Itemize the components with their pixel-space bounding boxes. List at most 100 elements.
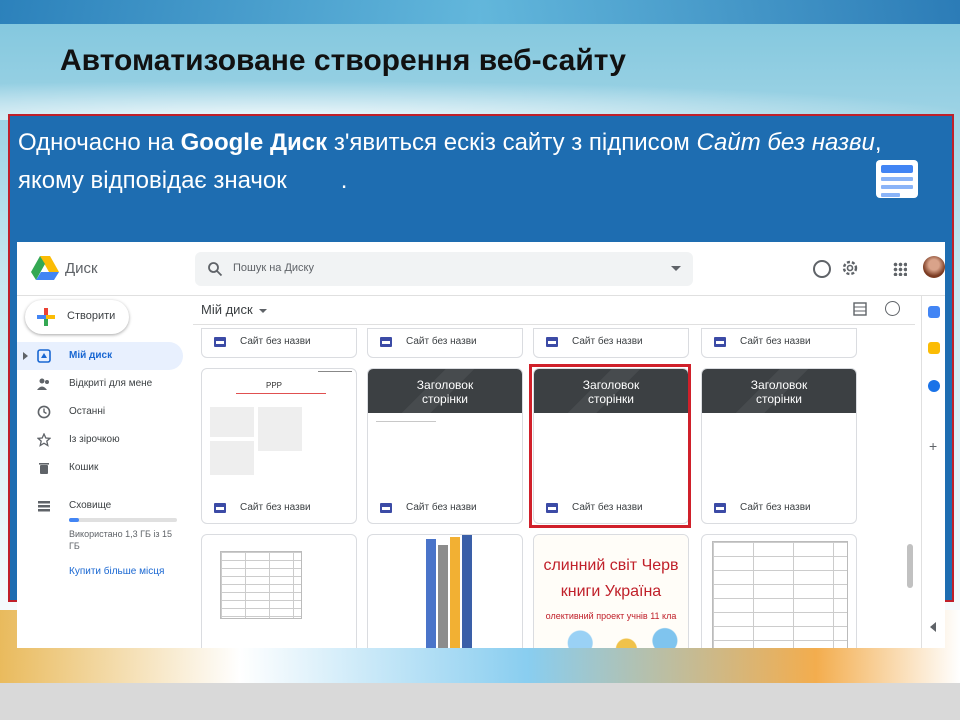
file-card[interactable]: Сайт без назви	[701, 328, 857, 358]
text-part: .	[340, 167, 348, 194]
storage-usage-fill	[69, 518, 79, 522]
thumb-title: книги Україна	[560, 583, 662, 600]
nav-label: Із зірочкою	[69, 434, 120, 445]
buy-storage-link[interactable]: Купити більше місця	[69, 566, 164, 577]
nav-trash[interactable]: Кошик	[17, 454, 183, 482]
chart-thumbnail	[426, 539, 436, 648]
nav-label: Відкриті для мене	[69, 378, 153, 389]
search-input[interactable]: Пошук на Диску	[195, 252, 693, 286]
nav-label: Кошик	[69, 462, 99, 473]
nav-label: Сховище	[69, 500, 112, 511]
file-card-footer: Сайт без назви	[534, 329, 688, 357]
list-view-icon[interactable]	[853, 302, 867, 316]
nav-my-drive[interactable]: Мій диск	[17, 342, 183, 370]
drive-sidebar: Створити Мій диск Відкриті для мене Оста…	[17, 296, 193, 648]
file-name: Сайт без назви	[240, 502, 311, 513]
help-icon[interactable]	[813, 260, 831, 278]
chevron-down-icon	[258, 308, 267, 313]
document-thumbnail	[712, 541, 848, 648]
add-addon-icon[interactable]: +	[929, 438, 937, 454]
file-card[interactable]	[701, 534, 857, 648]
user-avatar[interactable]	[923, 256, 945, 278]
file-card[interactable]: Заголовок сторінки Сайт без назви	[367, 368, 523, 524]
apps-grid-icon[interactable]	[893, 262, 907, 276]
keep-icon[interactable]	[928, 342, 940, 354]
file-card[interactable]	[367, 534, 523, 648]
file-card-footer: Сайт без назви	[702, 329, 856, 357]
file-card[interactable]: Сайт без назви	[201, 328, 357, 358]
sites-file-icon	[714, 503, 726, 513]
slide: Автоматизоване створення веб-сайту Одноч…	[0, 0, 960, 683]
tasks-icon[interactable]	[928, 380, 940, 392]
settings-gear-icon[interactable]	[841, 259, 859, 277]
new-button-label: Створити	[67, 310, 116, 322]
thumb-subtitle: олективний проект учнів 11 кла	[545, 611, 677, 621]
highlight-frame	[529, 364, 691, 528]
nav-shared[interactable]: Відкриті для мене	[17, 370, 183, 398]
file-card[interactable]: слинний світ Черв книги Україна олективн…	[533, 534, 689, 648]
text-part: Одночасно на	[18, 129, 181, 156]
drive-header: Диск Пошук на Диску	[17, 242, 945, 296]
file-card[interactable]	[201, 534, 357, 648]
trash-icon	[39, 463, 49, 474]
text-italic: Сайт без назви	[696, 129, 875, 156]
info-icon[interactable]	[885, 301, 900, 316]
file-name: Сайт без назви	[740, 336, 811, 347]
search-options-icon[interactable]	[671, 266, 681, 271]
calendar-icon[interactable]	[928, 306, 940, 318]
file-name: Сайт без назви	[406, 502, 477, 513]
file-card-footer: Сайт без назви	[368, 493, 522, 523]
file-card-footer: Сайт без назви	[702, 493, 856, 523]
expand-arrow-icon[interactable]	[23, 352, 28, 360]
sites-file-icon	[380, 503, 392, 513]
sites-file-icon	[214, 503, 226, 513]
file-thumbnail: PPP	[202, 369, 356, 495]
search-icon	[208, 262, 223, 277]
file-card[interactable]: PPP Сайт без назви	[201, 368, 357, 524]
thumb-heading: Заголовок	[750, 378, 808, 392]
thumb-title: слинний світ Черв	[543, 557, 679, 574]
breadcrumb[interactable]: Мій диск	[201, 302, 267, 317]
nav-label: Останні	[69, 406, 106, 417]
text-part: з'явиться ескіз сайту з підписом	[327, 129, 697, 156]
file-card[interactable]: Сайт без назви	[533, 328, 689, 358]
file-name: Сайт без назви	[406, 336, 477, 347]
file-card[interactable]: Заголовок сторінки Сайт без назви	[701, 368, 857, 524]
app-name: Диск	[65, 260, 98, 277]
thumb-text: PPP	[266, 381, 283, 390]
file-name: Сайт без назви	[572, 336, 643, 347]
file-card-footer: Сайт без назви	[202, 493, 356, 523]
table-thumbnail	[220, 551, 302, 619]
drive-logo-icon[interactable]	[31, 256, 59, 280]
sites-file-icon	[380, 337, 392, 347]
nav-recent[interactable]: Останні	[17, 398, 183, 426]
slide-bottom-bar	[0, 683, 960, 720]
slide-title: Автоматизоване створення веб-сайту	[60, 44, 626, 77]
file-thumbnail: Заголовок сторінки	[702, 369, 856, 413]
nav-label: Мій диск	[69, 350, 113, 361]
breadcrumb-label: Мій диск	[201, 302, 253, 317]
clock-icon	[37, 405, 51, 419]
sites-file-icon	[546, 337, 558, 347]
file-card[interactable]: Сайт без назви	[367, 328, 523, 358]
storage-icon	[38, 501, 50, 512]
sites-file-icon	[714, 337, 726, 347]
star-icon	[37, 433, 51, 447]
side-panel-rail: +	[921, 296, 945, 648]
expand-panel-icon[interactable]	[930, 622, 936, 632]
file-card-footer: Сайт без назви	[202, 329, 356, 357]
drive-window: Диск Пошук на Диску Створити Мій диск Ві…	[17, 242, 945, 648]
file-card-footer: Сайт без назви	[368, 329, 522, 357]
nav-storage[interactable]: Сховище	[17, 492, 183, 520]
nav-starred[interactable]: Із зірочкою	[17, 426, 183, 454]
my-drive-icon	[37, 349, 51, 363]
sites-file-icon	[214, 337, 226, 347]
shared-people-icon	[37, 378, 49, 390]
file-name: Сайт без назви	[740, 502, 811, 513]
file-name: Сайт без назви	[240, 336, 311, 347]
scrollbar[interactable]	[907, 544, 913, 588]
file-thumbnail: Заголовок сторінки	[368, 369, 522, 413]
plus-icon	[37, 308, 55, 326]
drive-main: Мій диск Сайт без назви Сайт без назви С…	[193, 296, 915, 648]
new-button[interactable]: Створити	[25, 300, 129, 334]
